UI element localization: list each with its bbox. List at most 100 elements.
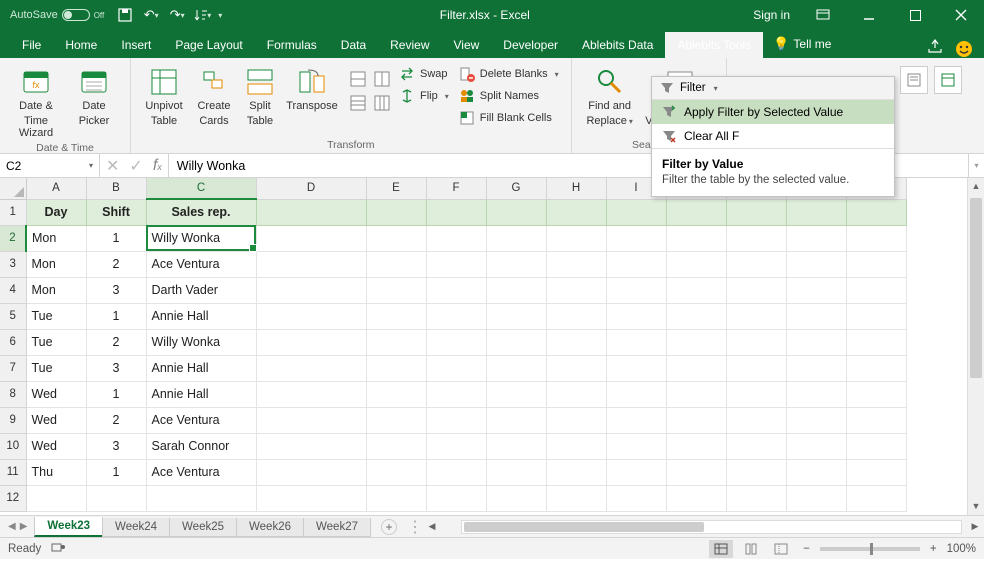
hscroll-left-icon[interactable]: ◀ — [423, 521, 441, 532]
cell-E10[interactable] — [366, 433, 426, 459]
cell-I1[interactable] — [606, 199, 666, 225]
cell-A7[interactable]: Tue — [26, 355, 86, 381]
split-names-button[interactable]: Split Names — [455, 86, 563, 106]
fill-blank-cells-button[interactable]: Fill Blank Cells — [455, 108, 563, 128]
cell-D7[interactable] — [256, 355, 366, 381]
cell-G10[interactable] — [486, 433, 546, 459]
flip-button[interactable]: Flip▾ — [395, 86, 453, 106]
tab-insert[interactable]: Insert — [109, 32, 163, 58]
macro-record-icon[interactable] — [51, 541, 65, 556]
cell-E6[interactable] — [366, 329, 426, 355]
cell-H2[interactable] — [546, 225, 606, 251]
tab-ablebits-tools[interactable]: Ablebits Tools — [665, 32, 763, 58]
feedback-smiley-icon[interactable] — [954, 40, 984, 58]
cell-H9[interactable] — [546, 407, 606, 433]
row-header-6[interactable]: 6 — [0, 329, 26, 355]
cell-C6[interactable]: Willy Wonka — [146, 329, 256, 355]
cell-M9[interactable] — [846, 407, 906, 433]
apply-filter-by-selected-value[interactable]: Apply Filter by Selected Value — [652, 100, 894, 124]
ribbon-display-options-icon[interactable] — [800, 0, 846, 30]
cell-M1[interactable] — [846, 199, 906, 225]
row-header-3[interactable]: 3 — [0, 251, 26, 277]
cell-J9[interactable] — [666, 407, 726, 433]
cell-B6[interactable]: 2 — [86, 329, 146, 355]
cell-F3[interactable] — [426, 251, 486, 277]
cell-B1[interactable]: Shift — [86, 199, 146, 225]
cell-L11[interactable] — [786, 459, 846, 485]
cell-G6[interactable] — [486, 329, 546, 355]
view-page-layout-icon[interactable] — [739, 540, 763, 558]
cell-I6[interactable] — [606, 329, 666, 355]
scroll-down-icon[interactable]: ▼ — [968, 498, 984, 515]
cell-L1[interactable] — [786, 199, 846, 225]
cell-M11[interactable] — [846, 459, 906, 485]
enter-formula-icon[interactable]: ✓ — [129, 156, 142, 176]
cell-K9[interactable] — [726, 407, 786, 433]
cell-H11[interactable] — [546, 459, 606, 485]
add-sheet-button[interactable]: + — [381, 519, 397, 535]
cell-D10[interactable] — [256, 433, 366, 459]
undo-icon[interactable]: ↶▾ — [140, 4, 162, 26]
cell-B4[interactable]: 3 — [86, 277, 146, 303]
cell-K10[interactable] — [726, 433, 786, 459]
cell-J12[interactable] — [666, 485, 726, 511]
row-header-5[interactable]: 5 — [0, 303, 26, 329]
cell-K8[interactable] — [726, 381, 786, 407]
tab-split-handle[interactable]: ⋮ — [407, 517, 423, 537]
create-cards-button[interactable]: Create Cards — [191, 62, 237, 127]
cell-I2[interactable] — [606, 225, 666, 251]
minimize-icon[interactable] — [846, 0, 892, 30]
cell-G1[interactable] — [486, 199, 546, 225]
autosave-toggle[interactable] — [62, 9, 90, 21]
row-header-1[interactable]: 1 — [0, 199, 26, 225]
cell-D12[interactable] — [256, 485, 366, 511]
cell-F8[interactable] — [426, 381, 486, 407]
col-header-G[interactable]: G — [486, 178, 546, 199]
cell-B7[interactable]: 3 — [86, 355, 146, 381]
cell-L6[interactable] — [786, 329, 846, 355]
cell-M2[interactable] — [846, 225, 906, 251]
date-time-wizard-button[interactable]: fx Date & Time Wizard — [8, 62, 64, 140]
cell-B5[interactable]: 1 — [86, 303, 146, 329]
view-normal-icon[interactable] — [709, 540, 733, 558]
col-header-H[interactable]: H — [546, 178, 606, 199]
tab-formulas[interactable]: Formulas — [255, 32, 329, 58]
cell-M6[interactable] — [846, 329, 906, 355]
cell-C8[interactable]: Annie Hall — [146, 381, 256, 407]
find-replace-button[interactable]: Find and Replace▾ — [580, 62, 640, 127]
hscroll-thumb[interactable] — [464, 522, 704, 532]
row-header-11[interactable]: 11 — [0, 459, 26, 485]
cell-L9[interactable] — [786, 407, 846, 433]
tab-view[interactable]: View — [442, 32, 492, 58]
cell-H5[interactable] — [546, 303, 606, 329]
cell-F5[interactable] — [426, 303, 486, 329]
cell-D9[interactable] — [256, 407, 366, 433]
vertical-scrollbar[interactable]: ▲ ▼ — [967, 178, 984, 515]
tell-me-search[interactable]: 💡 Tell me — [763, 30, 841, 58]
cell-K2[interactable] — [726, 225, 786, 251]
save-icon[interactable] — [114, 4, 136, 26]
cell-G3[interactable] — [486, 251, 546, 277]
cell-I5[interactable] — [606, 303, 666, 329]
cell-B10[interactable]: 3 — [86, 433, 146, 459]
cell-A10[interactable]: Wed — [26, 433, 86, 459]
cell-A6[interactable]: Tue — [26, 329, 86, 355]
cell-E11[interactable] — [366, 459, 426, 485]
cell-G7[interactable] — [486, 355, 546, 381]
cell-L10[interactable] — [786, 433, 846, 459]
cell-L5[interactable] — [786, 303, 846, 329]
cell-K7[interactable] — [726, 355, 786, 381]
cell-K4[interactable] — [726, 277, 786, 303]
cell-G4[interactable] — [486, 277, 546, 303]
cell-C4[interactable]: Darth Vader — [146, 277, 256, 303]
cell-J10[interactable] — [666, 433, 726, 459]
cell-E8[interactable] — [366, 381, 426, 407]
sheet-tab-week25[interactable]: Week25 — [169, 518, 237, 537]
cell-L2[interactable] — [786, 225, 846, 251]
cell-E3[interactable] — [366, 251, 426, 277]
cell-C11[interactable]: Ace Ventura — [146, 459, 256, 485]
cell-J5[interactable] — [666, 303, 726, 329]
cell-A2[interactable]: Mon — [26, 225, 86, 251]
cell-K6[interactable] — [726, 329, 786, 355]
close-icon[interactable] — [938, 0, 984, 30]
